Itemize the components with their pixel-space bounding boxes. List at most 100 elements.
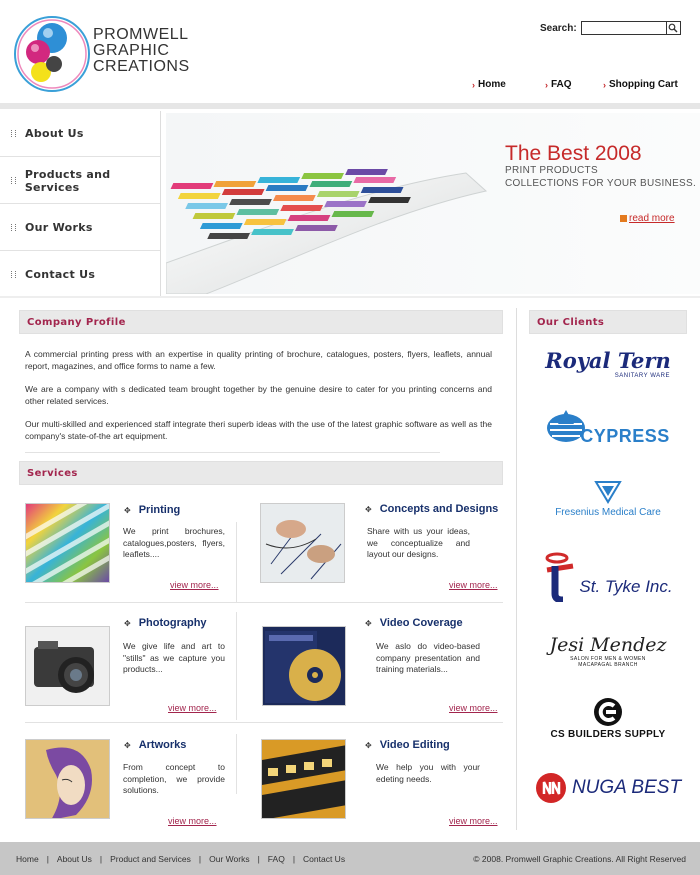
footer-link-contact-us[interactable]: Contact Us [303, 854, 345, 864]
sidebar-item-products-and-services[interactable]: Products and Services [0, 158, 160, 204]
divider [25, 452, 440, 453]
sidebar-divider [160, 111, 161, 297]
our-clients-title: Our Clients [537, 316, 605, 328]
client-logo-st-tyke[interactable]: St. Tyke Inc. [532, 546, 684, 604]
service-title-text: Video Coverage [379, 617, 463, 629]
client-name: CS BUILDERS SUPPLY [550, 728, 666, 740]
search-box: Search: [540, 21, 681, 35]
copyright: © 2008. Promwell Graphic Creations. All … [473, 853, 686, 864]
footer-link-our-works[interactable]: Our Works [209, 854, 249, 864]
footer: Home | About Us | Product and Services | Ou… [0, 842, 700, 875]
footer-link-faq[interactable]: FAQ [268, 854, 285, 864]
view-more-artworks[interactable]: view more... [168, 816, 217, 826]
diamond-bullet-icon: ✥ [124, 618, 131, 628]
footer-links: Home | About Us | Product and Services | Ou… [16, 842, 345, 875]
service-title-video-coverage[interactable]: ✥ Video Coverage [365, 617, 463, 629]
service-title-video-editing[interactable]: ✥ Video Editing [365, 739, 450, 751]
divider [25, 722, 503, 723]
diamond-bullet-icon: ✥ [365, 618, 372, 628]
service-desc-printing: We print brochures, catalogues,posters, … [123, 526, 225, 559]
banner-subtitle-1: PRINT PRODUCTS [505, 165, 598, 176]
search-button[interactable] [666, 21, 681, 35]
bullet-icon [11, 177, 16, 184]
view-more-video-coverage[interactable]: view more... [449, 703, 498, 713]
service-title-concepts-and-designs[interactable]: ✥ Concepts and Designs [365, 503, 498, 515]
service-title-text: Printing [138, 504, 181, 516]
client-name: NUGA BEST [571, 777, 682, 798]
client-name: St. Tyke Inc. [579, 577, 673, 596]
footer-separator: | [99, 853, 103, 864]
footer-link-products-and-services[interactable]: Product and Services [110, 854, 191, 864]
bullet-icon [11, 130, 16, 137]
company-profile-heading: Company Profile [19, 310, 503, 334]
service-title-printing[interactable]: ✥ Printing [124, 504, 180, 516]
service-desc-video-editing: We help you with your edeting needs. [376, 762, 480, 784]
our-clients-heading: Our Clients [529, 310, 687, 334]
service-title-text: Artworks [138, 739, 187, 751]
client-sub: MACAPAGAL BRANCH [578, 662, 638, 668]
service-title-photography[interactable]: ✥ Photography [124, 617, 207, 629]
read-more-link[interactable]: read more [620, 213, 675, 224]
logo-line-3: CREATIONS [93, 58, 190, 75]
divider [236, 734, 237, 794]
banner-title: The Best 2008 [505, 142, 642, 165]
footer-separator: | [292, 853, 296, 864]
client-logo-fresenius[interactable]: Fresenius Medical Care [532, 478, 684, 520]
view-more-concepts-and-designs[interactable]: view more... [449, 580, 498, 590]
sidebar-item-contact-us[interactable]: Contact Us [0, 251, 160, 297]
logo-text: PROMWELL GRAPHIC CREATIONS [93, 27, 190, 75]
nav-faq[interactable]: › FAQ [545, 79, 572, 90]
sidebar-item-label: About Us [25, 127, 84, 140]
clients-divider [516, 308, 517, 830]
footer-separator: | [257, 853, 260, 864]
nav-faq-label: FAQ [551, 79, 572, 90]
client-logo-jesi-mendez[interactable]: Jesi Mendez SALON FOR MEN & WOMEN MACAPA… [532, 626, 684, 676]
footer-link-home[interactable]: Home [16, 854, 39, 864]
sidebar-item-label: Products and Services [24, 167, 111, 194]
diamond-bullet-icon: ✥ [365, 504, 372, 514]
client-logo-cypress[interactable]: CYPRESS [532, 400, 684, 452]
nav-shopping-cart[interactable]: › Shopping Cart [603, 79, 678, 90]
footer-link-about-us[interactable]: About Us [57, 854, 92, 864]
hero-banner [166, 113, 700, 294]
search-icon [668, 23, 678, 33]
client-name: Jesi Mendez [549, 634, 667, 656]
profile-paragraph-2: We are a company with s dedicated team b… [25, 384, 492, 406]
footer-separator: | [198, 853, 202, 864]
chevron-right-icon: › [472, 79, 475, 90]
banner-divider [0, 296, 700, 298]
banner-subtitle-2: COLLECTIONS FOR YOUR BUSINESS. [505, 178, 697, 189]
sidebar-item-about-us[interactable]: About Us [0, 111, 160, 157]
divider [236, 522, 237, 602]
sidebar: About Us Products and Services Our Works… [0, 111, 160, 297]
service-desc-concepts-and-designs: Share with us your ideas, we conceptuali… [367, 526, 470, 559]
view-more-photography[interactable]: view more... [168, 703, 217, 713]
diamond-bullet-icon: ✥ [365, 740, 372, 750]
search-label: Search: [540, 22, 577, 34]
logo-line-2: GRAPHIC [93, 42, 170, 59]
st-tyke-emblem-icon [545, 552, 574, 602]
plus-icon [620, 215, 627, 222]
color-swatch-fan-image [166, 169, 488, 294]
chevron-right-icon: › [603, 79, 606, 90]
view-more-printing[interactable]: view more... [170, 580, 219, 590]
search-input[interactable] [580, 21, 667, 35]
header: PROMWELL GRAPHIC CREATIONS Search: › Home… [0, 0, 700, 103]
diamond-bullet-icon: ✥ [124, 740, 131, 750]
service-title-text: Concepts and Designs [379, 503, 499, 515]
client-logo-royal-tern[interactable]: Royal Tern SANITARY WARE [532, 342, 684, 384]
client-logo-cs-builders[interactable]: CS BUILDERS SUPPLY [532, 696, 684, 740]
service-title-artworks[interactable]: ✥ Artworks [124, 739, 186, 751]
view-more-video-editing[interactable]: view more... [449, 816, 498, 826]
client-logo-nuga-best[interactable]: NUGA BEST [532, 770, 684, 806]
service-title-text: Photography [138, 617, 207, 629]
service-desc-artworks: From concept to completion, we provide s… [123, 762, 225, 795]
bullet-icon [11, 224, 16, 231]
client-name: Fresenius Medical Care [555, 507, 661, 518]
top-navigation: › Home › FAQ › Shopping Cart [0, 79, 700, 93]
cs-builders-emblem-icon [594, 697, 622, 726]
sidebar-item-our-works[interactable]: Our Works [0, 205, 160, 251]
profile-paragraph-3: Our multi-skilled and experienced staff … [25, 419, 492, 441]
profile-paragraph-1: A commercial printing press with an expe… [25, 349, 492, 371]
nav-home[interactable]: › Home [472, 79, 506, 90]
